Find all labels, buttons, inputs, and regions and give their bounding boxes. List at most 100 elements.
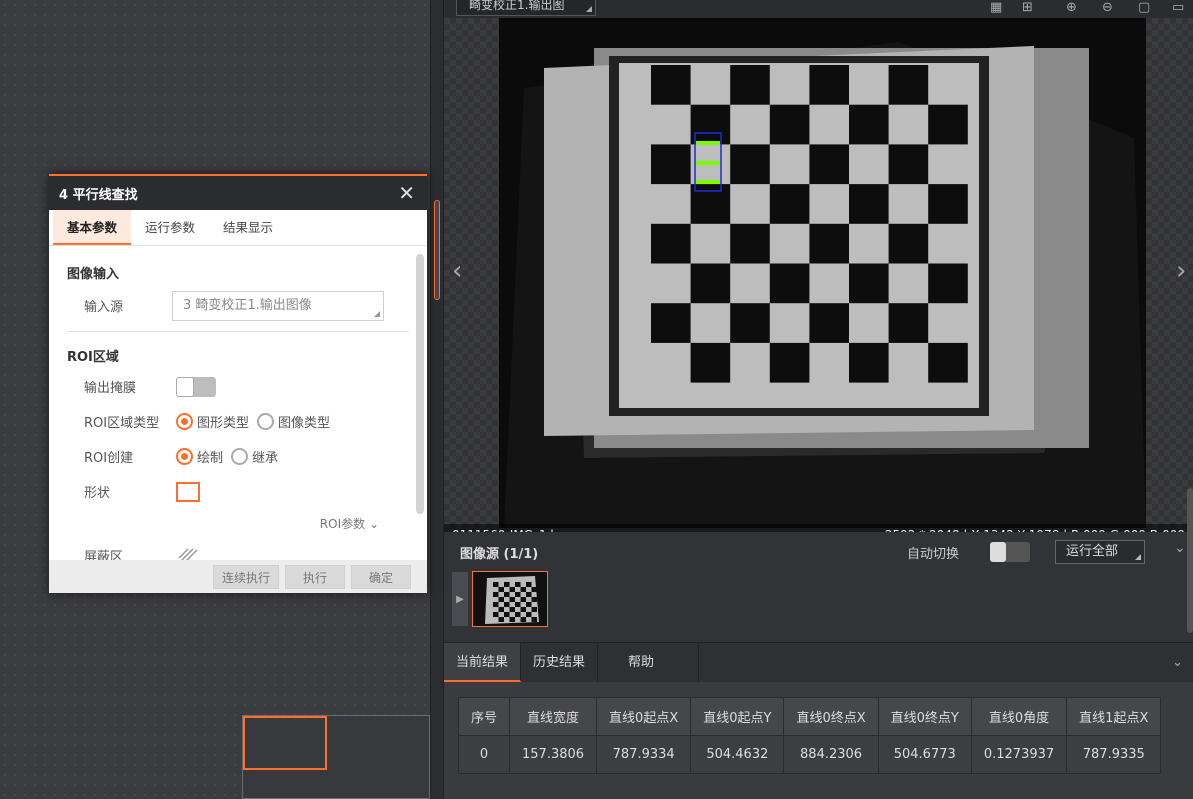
tab-help[interactable]: 帮助: [598, 643, 700, 682]
splitter-handle[interactable]: [434, 200, 440, 300]
radio-inherit[interactable]: 继承: [231, 447, 278, 466]
viewer-toolbar: 畸变校正1.输出图 ▦ ⊞ ⊕ ⊖ ▢ ▭: [444, 0, 1193, 18]
table-cell: 504.4632: [690, 735, 785, 774]
prev-image-icon[interactable]: ‹: [452, 256, 462, 286]
column-header[interactable]: 直线0终点X: [783, 697, 879, 736]
image-panel: 畸变校正1.输出图 ▦ ⊞ ⊕ ⊖ ▢ ▭ ‹ › 图像源 (1/1) 自动切换…: [444, 0, 1193, 799]
mask-area-row: 屏蔽区: [67, 538, 409, 562]
checker-square: [498, 587, 504, 592]
checker-square: [651, 144, 691, 185]
checker-square: [515, 602, 521, 607]
column-header[interactable]: 直线宽度: [509, 697, 598, 736]
dialog-title: 4 平行线查找: [59, 187, 138, 203]
toggle-knob: [176, 376, 194, 397]
dropdown-corner-icon: [586, 6, 592, 12]
checker-square: [928, 184, 968, 224]
mask-toggle[interactable]: [176, 376, 216, 397]
divider: [67, 331, 409, 332]
dialog-tabs: 基本参数 运行参数 结果显示: [49, 210, 427, 246]
checker-square: [690, 342, 731, 383]
chevron-down-icon[interactable]: ⌄: [1174, 540, 1186, 556]
checker-square: [498, 617, 504, 622]
layout-icon[interactable]: ▦: [990, 0, 1002, 15]
tab-current-result[interactable]: 当前结果: [444, 643, 522, 682]
fit-icon[interactable]: ▢: [1138, 0, 1150, 15]
zoom-in-icon[interactable]: ⊕: [1066, 0, 1077, 15]
ok-button[interactable]: 确定: [351, 564, 411, 589]
more-icon[interactable]: ▭: [1172, 0, 1184, 15]
chevron-down-icon[interactable]: ⌄: [1172, 655, 1183, 670]
checker-square: [504, 602, 510, 607]
input-source-select[interactable]: 3 畸变校正1.输出图像: [172, 290, 384, 321]
tab-run-params[interactable]: 运行参数: [131, 210, 209, 245]
checker-square: [526, 602, 532, 607]
shape-label: 形状: [84, 486, 111, 501]
image-viewer[interactable]: ‹ › 0111560-IMG_1.bmp 2592 * 2048 | X,13…: [444, 18, 1193, 546]
auto-switch-label: 自动切换: [907, 547, 960, 562]
strip-expand-icon[interactable]: ▶: [452, 572, 468, 626]
run-all-select[interactable]: 运行全部: [1055, 540, 1145, 564]
radio-dot: [176, 413, 193, 430]
checker-square: [504, 612, 510, 617]
input-source-value: 3 畸变校正1.输出图像: [183, 297, 312, 313]
checker-square: [888, 65, 929, 105]
column-header[interactable]: 直线0起点Y: [690, 697, 785, 736]
checker-square: [888, 144, 929, 185]
checker-square: [849, 263, 889, 304]
checker-square: [928, 104, 968, 145]
radio-dot: [231, 448, 249, 465]
continuous-run-button[interactable]: 连续执行: [212, 564, 279, 589]
table-row[interactable]: 0 157.3806 787.9334 504.4632 884.2306 504.677…: [458, 735, 1162, 774]
radio-image-type[interactable]: 图像类型: [257, 412, 330, 431]
checker-square: [730, 303, 770, 343]
canvas-minimap[interactable]: [242, 715, 430, 799]
roi-overlay: [694, 132, 722, 192]
table-cell: 157.3806: [509, 735, 598, 774]
column-header[interactable]: 直线0起点X: [596, 697, 692, 736]
radio-label: 继承: [252, 451, 279, 466]
checker-square: [809, 223, 849, 264]
checker-square: [515, 592, 521, 597]
tab-result-display[interactable]: 结果显示: [209, 210, 287, 245]
radio-shape-type[interactable]: 图形类型: [176, 412, 249, 431]
tab-basic-params[interactable]: 基本参数: [53, 210, 132, 245]
checker-square: [809, 65, 849, 105]
tab-history-result[interactable]: 历史结果: [521, 643, 599, 682]
panel-scrollbar[interactable]: [1187, 488, 1193, 633]
close-icon[interactable]: ✕: [398, 181, 415, 205]
column-header[interactable]: 序号: [458, 697, 511, 736]
save-image-icon[interactable]: ⊞: [1022, 0, 1033, 15]
run-all-value: 运行全部: [1066, 544, 1119, 559]
roi-type-row: ROI区域类型 图形类型 图像类型: [67, 404, 409, 439]
column-header[interactable]: 直线1起点X: [1066, 697, 1162, 736]
radio-draw[interactable]: 绘制: [176, 447, 223, 466]
checker-square: [504, 582, 510, 587]
run-button[interactable]: 执行: [285, 564, 345, 589]
checker-square: [690, 104, 731, 145]
dialog-scrollbar[interactable]: [416, 254, 424, 514]
checker-square: [769, 104, 810, 145]
table-body: 0 157.3806 787.9334 504.4632 884.2306 504.677…: [458, 735, 1162, 774]
roi-params-expander[interactable]: ROI参数 ⌄: [67, 515, 409, 532]
minimap-viewport[interactable]: [243, 716, 327, 770]
next-image-icon[interactable]: ›: [1176, 256, 1186, 286]
auto-switch-toggle[interactable]: [990, 542, 1030, 562]
image-selector[interactable]: 畸变校正1.输出图: [456, 0, 596, 16]
radio-label: 绘制: [197, 451, 224, 466]
checker-square: [690, 184, 731, 224]
checker-square: [888, 223, 929, 264]
checker-square: [769, 184, 810, 224]
checkerboard-image: [499, 18, 1146, 528]
column-header[interactable]: 直线0角度: [970, 697, 1068, 736]
table-cell: 0: [458, 735, 511, 774]
zoom-out-icon[interactable]: ⊖: [1102, 0, 1113, 15]
checker-square: [509, 587, 515, 592]
radio-dot: [257, 413, 275, 430]
checker-square: [531, 607, 537, 612]
checker-square: [730, 65, 770, 105]
dropdown-corner-icon: [374, 310, 380, 317]
splitter[interactable]: [430, 0, 444, 799]
rectangle-shape-icon[interactable]: [176, 481, 200, 502]
column-header[interactable]: 直线0终点Y: [877, 697, 972, 736]
image-thumbnail[interactable]: [472, 571, 548, 627]
